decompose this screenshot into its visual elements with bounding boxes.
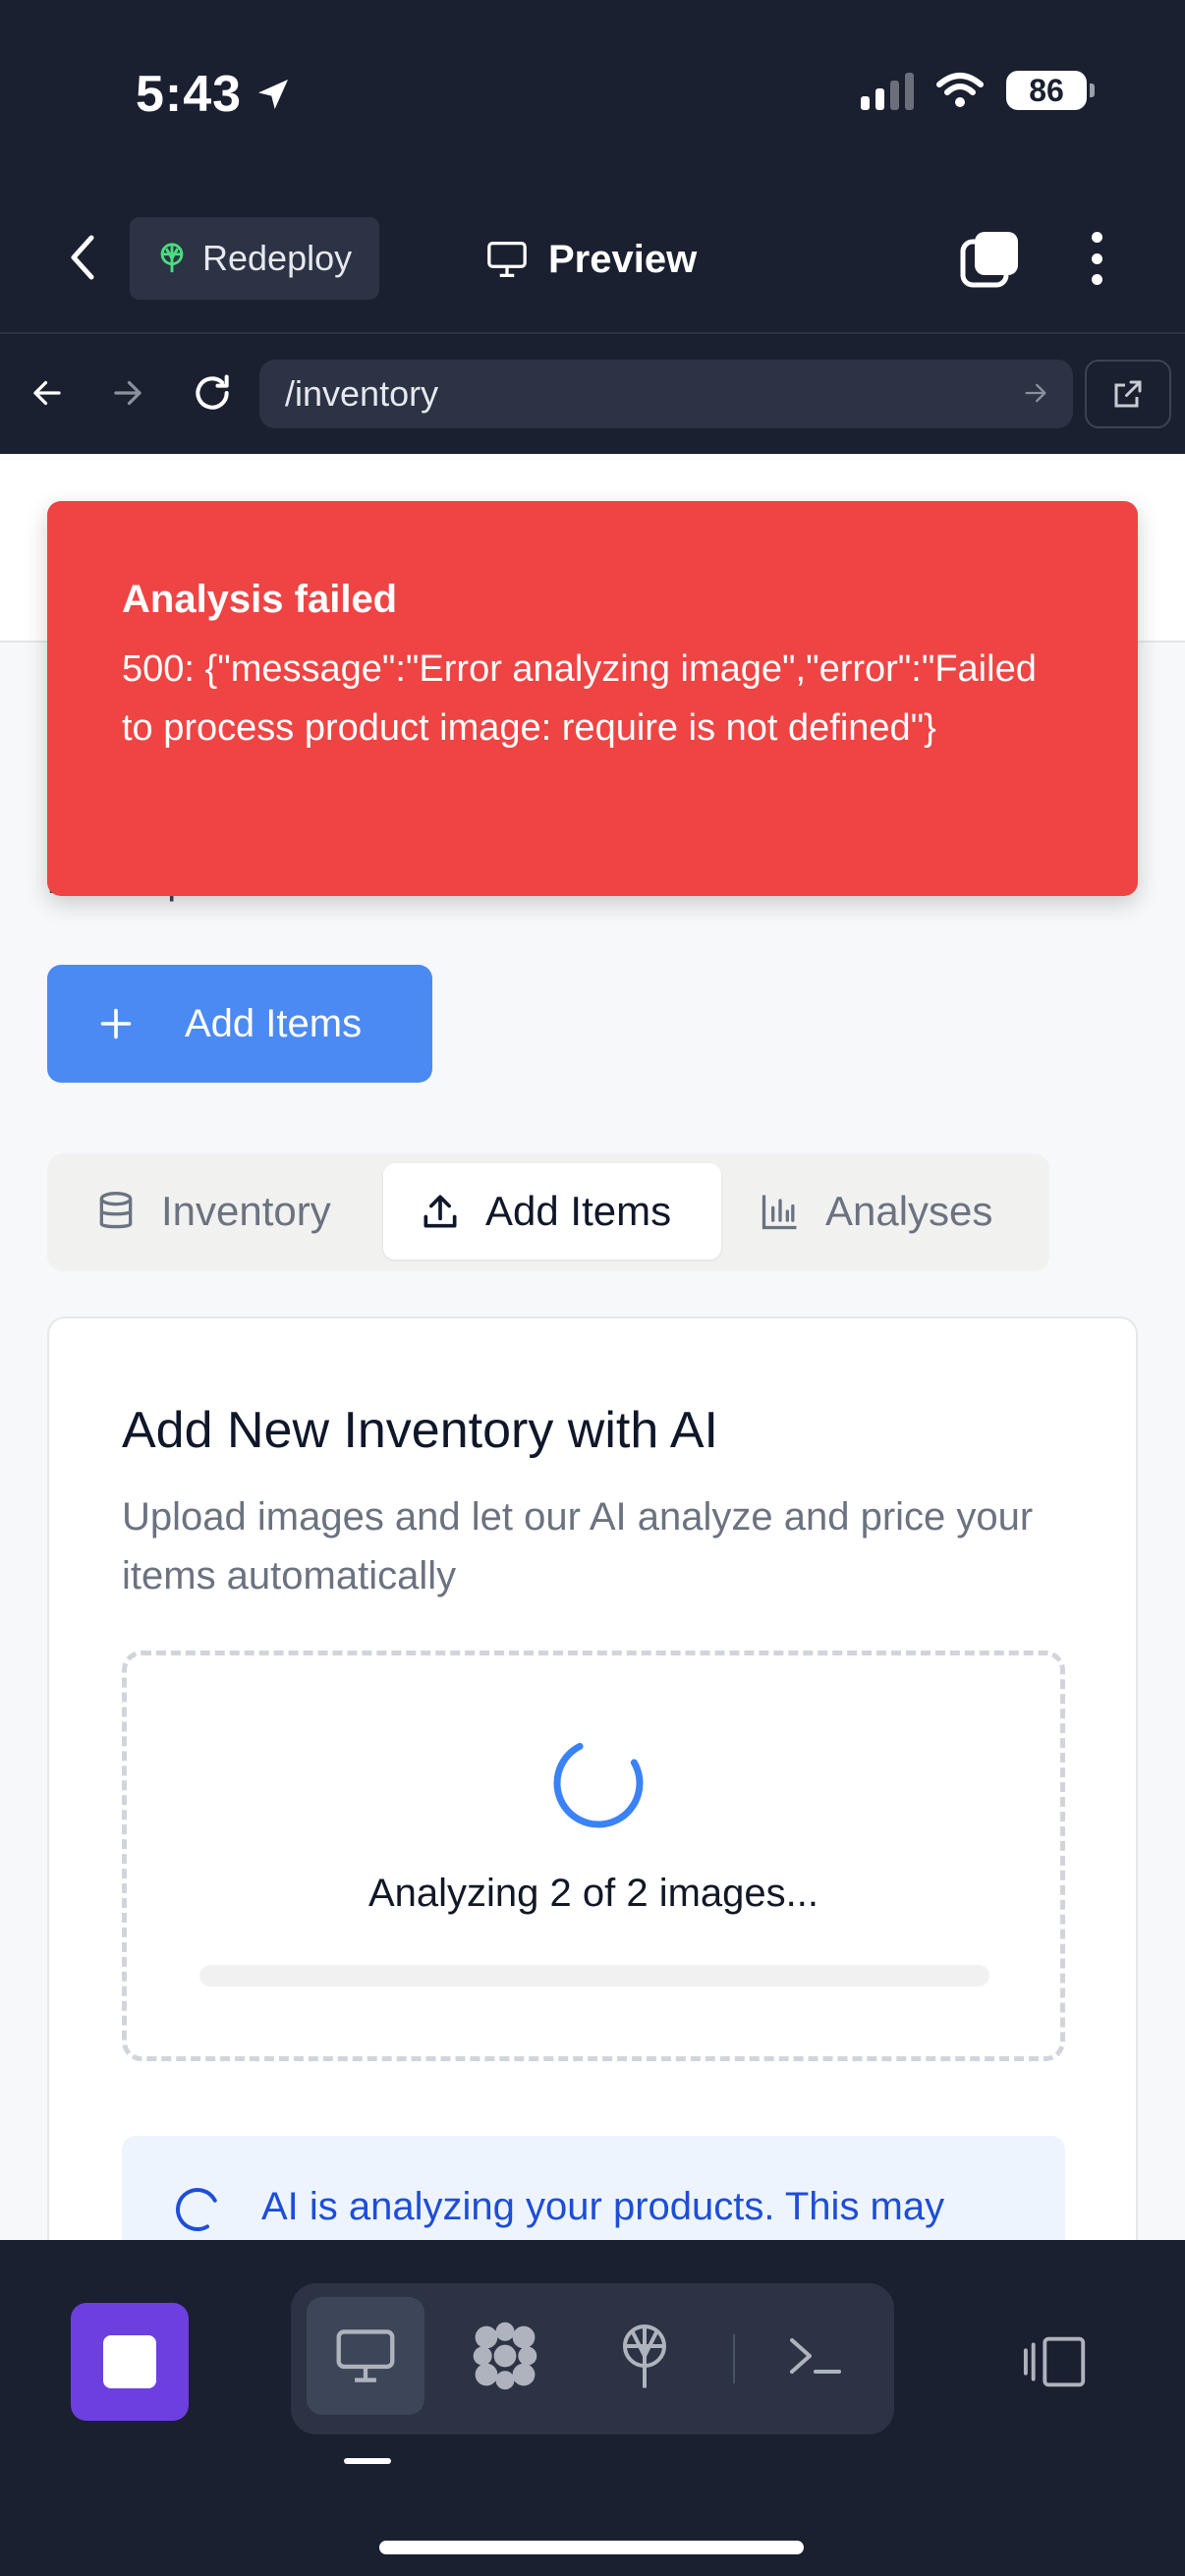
url-input[interactable]: /inventory [259, 360, 1073, 428]
app-header: Redeploy Preview [0, 187, 1185, 334]
bottom-toolbar [0, 2240, 1185, 2576]
reload-icon [196, 374, 229, 410]
deploy-icon [160, 243, 184, 273]
cellular-signal-icon [861, 71, 914, 110]
windows-stack-icon [960, 232, 1018, 288]
tab-add-items[interactable]: Add Items [383, 1163, 721, 1260]
bar-chart-icon [762, 1195, 797, 1230]
status-bar: 5:43 86 [0, 0, 1185, 187]
browser-forward-button[interactable] [104, 364, 151, 422]
add-items-label: Add Items [185, 1001, 363, 1045]
preview-tab[interactable]: Preview [485, 230, 697, 289]
puzzle-icon [473, 2322, 537, 2390]
error-toast[interactable]: Analysis failed 500: {"message":"Error a… [47, 501, 1138, 896]
arrow-left-icon [33, 380, 61, 406]
terminal-tool-button[interactable] [757, 2297, 875, 2415]
tool-group [291, 2283, 894, 2435]
monitor-icon [336, 2329, 395, 2382]
status-indicators: 86 [861, 71, 1095, 110]
url-bar: /inventory [0, 334, 1185, 454]
upload-icon [423, 1195, 457, 1228]
battery-indicator: 86 [1006, 71, 1095, 110]
tab-bar: Inventory Add Items Analyses [47, 1153, 1049, 1271]
extensions-tool-button[interactable] [446, 2297, 564, 2415]
go-arrow-icon[interactable] [1018, 375, 1053, 411]
split-view-button[interactable] [1012, 2303, 1100, 2421]
tab-inventory[interactable]: Inventory [94, 1163, 331, 1260]
split-view-icon [1023, 2336, 1086, 2387]
wifi-icon [936, 73, 984, 107]
info-banner: AI is analyzing your products. This may [122, 2136, 1065, 2240]
card-subtitle: Upload images and let our AI analyze and… [122, 1495, 1034, 1597]
stop-button[interactable] [71, 2303, 189, 2421]
back-button[interactable] [57, 228, 108, 287]
tab-label: Add Items [485, 1188, 672, 1234]
analyzing-status: Analyzing 2 of 2 images... [367, 1872, 819, 1915]
redeploy-label: Redeploy [202, 238, 353, 278]
browser-back-button[interactable] [24, 364, 71, 422]
page-content: marketplaces Analysis failed 500: {"mess… [0, 454, 1185, 2240]
add-inventory-card: Add New Inventory with AI Upload images … [47, 1316, 1138, 2240]
database-icon [99, 1192, 133, 1229]
info-text: AI is analyzing your products. This may [261, 2185, 945, 2228]
loading-spinner-icon [176, 2188, 219, 2231]
windows-button[interactable] [959, 228, 1022, 291]
monitor-tool-button[interactable] [307, 2297, 424, 2415]
add-items-button[interactable]: Add Items [47, 965, 432, 1083]
location-arrow-icon [258, 80, 289, 109]
deploy-tool-button[interactable] [586, 2297, 704, 2415]
tool-divider [733, 2334, 735, 2383]
redeploy-button[interactable]: Redeploy [130, 217, 379, 300]
home-indicator[interactable] [379, 2541, 804, 2554]
active-tool-indicator [344, 2458, 391, 2464]
time-text: 5:43 [136, 66, 243, 123]
url-text: /inventory [285, 373, 439, 414]
progress-bar [199, 1965, 989, 1987]
open-external-button[interactable] [1085, 360, 1171, 428]
stop-icon [103, 2335, 156, 2388]
tab-label: Inventory [161, 1188, 331, 1234]
tab-analyses[interactable]: Analyses [759, 1163, 992, 1260]
tab-label: Analyses [825, 1188, 993, 1234]
terminal-icon [790, 2338, 841, 2374]
plus-icon [100, 1008, 132, 1039]
loading-spinner-icon [553, 1738, 644, 1828]
more-options-icon[interactable] [1081, 226, 1112, 291]
deploy-icon [623, 2324, 666, 2388]
toast-message: 500: {"message":"Error analyzing image",… [122, 648, 1037, 749]
arrow-right-icon [114, 380, 141, 406]
status-time: 5:43 [136, 65, 293, 124]
external-link-icon [1114, 380, 1142, 408]
upload-dropzone[interactable]: Analyzing 2 of 2 images... [122, 1651, 1065, 2061]
card-title: Add New Inventory with AI [122, 1402, 718, 1459]
preview-label: Preview [548, 237, 698, 281]
reload-button[interactable] [187, 364, 238, 422]
chevron-left-icon [71, 235, 94, 280]
toast-title: Analysis failed [122, 578, 398, 621]
monitor-icon [487, 241, 527, 277]
